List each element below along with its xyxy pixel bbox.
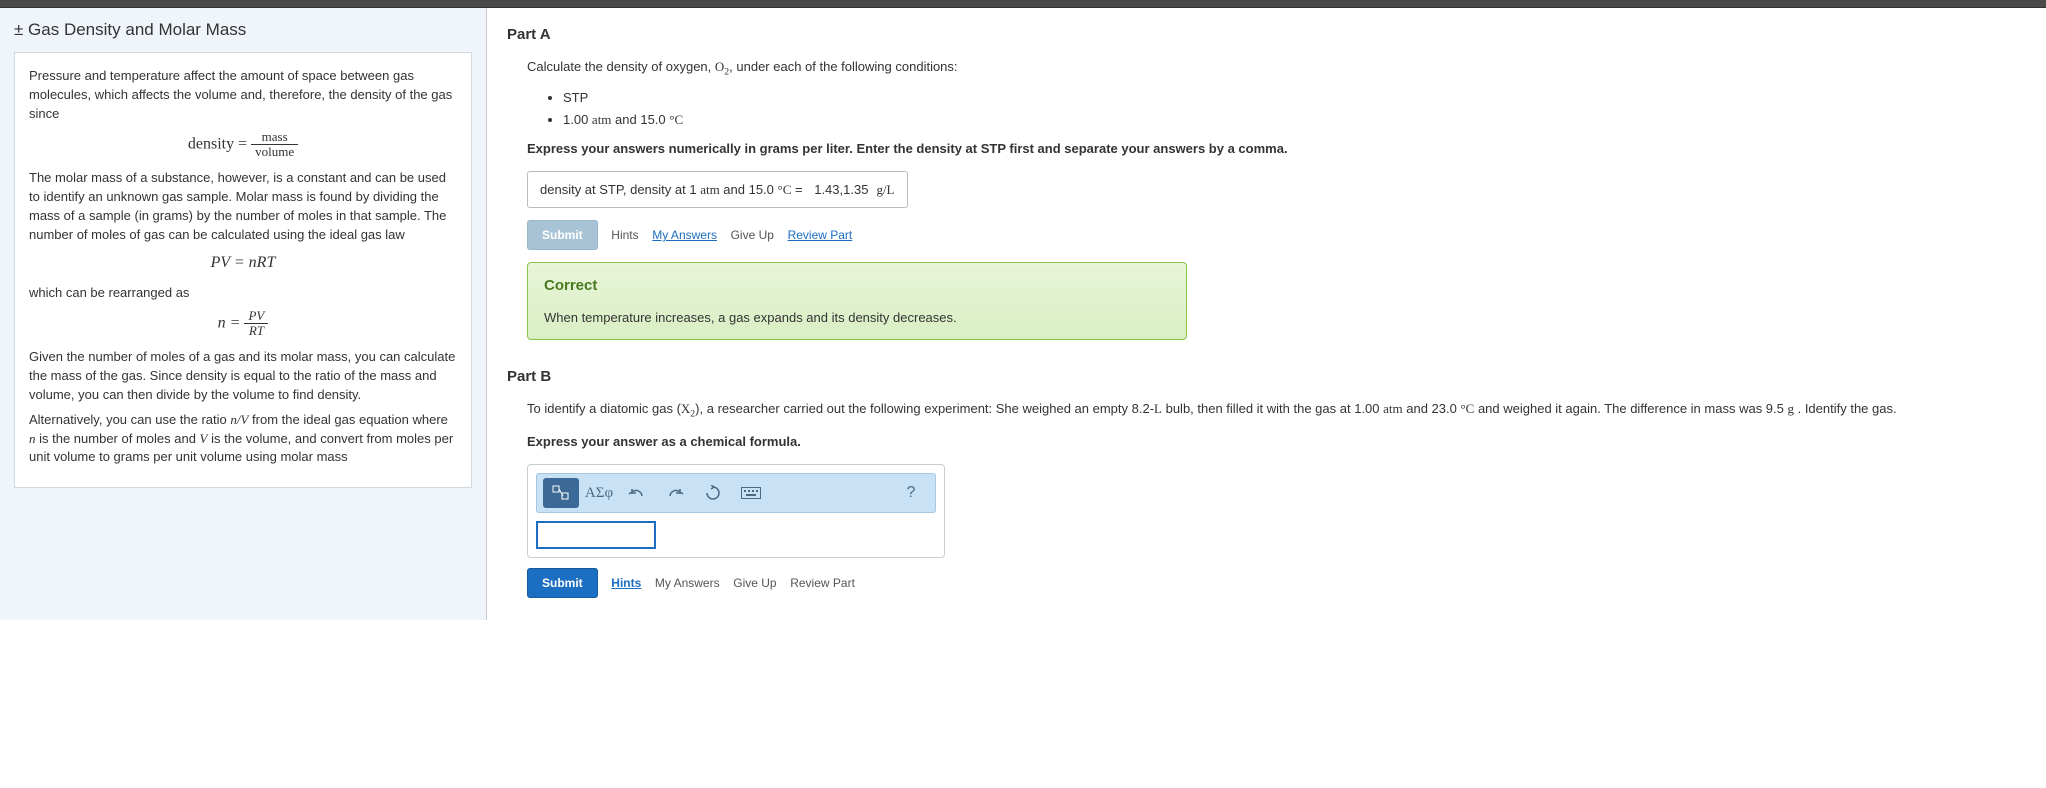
part-b-review-link[interactable]: Review Part xyxy=(790,576,855,590)
eq-n-num: PV xyxy=(244,309,268,324)
al-a: density at STP, density at 1 xyxy=(540,182,700,197)
pb-e: and weighed it again. The difference in … xyxy=(1474,401,1787,416)
eq-density-frac: massvolume xyxy=(251,130,298,160)
pb-b: ), a researcher carried out the followin… xyxy=(695,401,1154,416)
pb-d: and 23.0 xyxy=(1403,401,1461,416)
eq-n-frac: PVRT xyxy=(244,309,268,339)
part-a-feedback: Correct When temperature increases, a ga… xyxy=(527,262,1187,340)
formula-input[interactable] xyxy=(536,521,656,549)
main-container: ± Gas Density and Molar Mass Pressure an… xyxy=(0,8,2046,620)
eq-density-num: mass xyxy=(251,130,298,145)
part-a-conditions: STP 1.00 atm and 15.0 °C xyxy=(563,88,2026,129)
intro-p2: The molar mass of a substance, however, … xyxy=(29,169,457,244)
formula-editor: ΑΣφ ? xyxy=(527,464,945,558)
p5c: is the number of moles and xyxy=(36,431,200,446)
pa-text-a: Calculate the density of oxygen, xyxy=(527,59,715,74)
part-a-prompt: Calculate the density of oxygen, O2, und… xyxy=(527,57,2026,80)
right-panel: Part A Calculate the density of oxygen, … xyxy=(486,8,2046,620)
part-b-title: Part B xyxy=(507,368,2026,385)
c2-degc: °C xyxy=(669,112,683,127)
keyboard-icon[interactable] xyxy=(733,478,769,508)
p5-ratio: n/V xyxy=(230,412,248,427)
intro-p4: Given the number of moles of a gas and i… xyxy=(29,348,457,405)
part-a-instruct: Express your answers numerically in gram… xyxy=(527,139,2026,159)
eq-ideal-gas: PV = nRT xyxy=(29,251,457,274)
c2c: and 15.0 xyxy=(611,112,669,127)
undo-icon[interactable] xyxy=(619,478,655,508)
part-b-instruct: Express your answer as a chemical formul… xyxy=(527,432,2026,452)
cond-stp: STP xyxy=(563,88,2026,108)
c2-atm: atm xyxy=(592,112,612,127)
c2a: 1.00 xyxy=(563,112,592,127)
part-a-submit-button[interactable]: Submit xyxy=(527,220,598,250)
p5a: Alternatively, you can use the ratio xyxy=(29,412,230,427)
pb-c: bulb, then filled it with the gas at 1.0… xyxy=(1162,401,1383,416)
cond-2: 1.00 atm and 15.0 °C xyxy=(563,110,2026,130)
problem-title: ± Gas Density and Molar Mass xyxy=(14,20,472,40)
intro-p5: Alternatively, you can use the ratio n/V… xyxy=(29,411,457,468)
part-a: Part A Calculate the density of oxygen, … xyxy=(487,8,2046,350)
part-a-buttons: Submit Hints My Answers Give Up Review P… xyxy=(527,220,2026,250)
eq-equals: = xyxy=(234,135,251,152)
template-icon[interactable] xyxy=(543,478,579,508)
part-a-review-link[interactable]: Review Part xyxy=(788,228,853,242)
part-b-myanswers-link[interactable]: My Answers xyxy=(655,576,720,590)
keyboard-svg-icon xyxy=(741,487,761,499)
eq-n: n = PVRT xyxy=(29,309,457,339)
intro-p1: Pressure and temperature affect the amou… xyxy=(29,67,457,124)
reset-icon[interactable] xyxy=(695,478,731,508)
eq-n-den: RT xyxy=(244,324,268,338)
part-b-submit-button[interactable]: Submit xyxy=(527,568,598,598)
eq-density-lhs: density xyxy=(188,135,234,152)
al-eq: = xyxy=(791,182,806,197)
part-a-title: Part A xyxy=(507,26,2026,43)
part-a-hints-link[interactable]: Hints xyxy=(611,228,638,242)
feedback-text: When temperature increases, a gas expand… xyxy=(544,308,1170,328)
top-bar xyxy=(0,0,2046,8)
formula-toolbar-row: ΑΣφ ? xyxy=(536,473,936,513)
pa-o: O xyxy=(715,59,724,74)
template-svg-icon xyxy=(552,485,570,501)
left-panel: ± Gas Density and Molar Mass Pressure an… xyxy=(0,8,486,620)
part-b-giveup-link[interactable]: Give Up xyxy=(733,576,776,590)
undo-svg-icon xyxy=(628,486,646,500)
eq-density: density = massvolume xyxy=(29,130,457,160)
pb-a: To identify a diatomic gas ( xyxy=(527,401,681,416)
part-b-buttons: Submit Hints My Answers Give Up Review P… xyxy=(527,568,2026,598)
part-a-answer-value: 1.43,1.35 xyxy=(814,182,868,197)
p5b: from the ideal gas equation where xyxy=(248,412,447,427)
part-b-prompt: To identify a diatomic gas (X2), a resea… xyxy=(527,399,2026,422)
pb-degc: °C xyxy=(1460,401,1474,416)
pb-atm: atm xyxy=(1383,401,1403,416)
part-a-giveup-link[interactable]: Give Up xyxy=(731,228,774,242)
al-atm: atm xyxy=(700,182,720,197)
pb-L: L xyxy=(1154,401,1162,416)
redo-svg-icon xyxy=(666,486,684,500)
intro-p3: which can be rearranged as xyxy=(29,284,457,303)
part-a-myanswers-link[interactable]: My Answers xyxy=(652,228,717,242)
part-a-body: Calculate the density of oxygen, O2, und… xyxy=(507,57,2026,340)
part-b: Part B To identify a diatomic gas (X2), … xyxy=(487,350,2046,620)
help-button[interactable]: ? xyxy=(893,478,929,508)
pb-f: . Identify the gas. xyxy=(1794,401,1897,416)
feedback-title: Correct xyxy=(544,275,1170,298)
redo-icon[interactable] xyxy=(657,478,693,508)
pb-x: X xyxy=(681,401,690,416)
part-a-answer-unit: g/L xyxy=(876,182,894,197)
greek-button[interactable]: ΑΣφ xyxy=(581,478,617,508)
part-b-body: To identify a diatomic gas (X2), a resea… xyxy=(507,399,2026,598)
eq-density-den: volume xyxy=(251,145,298,159)
intro-box: Pressure and temperature affect the amou… xyxy=(14,52,472,488)
part-b-hints-link[interactable]: Hints xyxy=(611,576,641,590)
part-a-answer-box: density at STP, density at 1 atm and 15.… xyxy=(527,171,908,209)
eq-n-lhs: n = xyxy=(218,314,245,331)
pa-text-b: , under each of the following conditions… xyxy=(729,59,957,74)
reset-svg-icon xyxy=(705,485,721,501)
al-c: and 15.0 xyxy=(720,182,778,197)
al-degc: °C xyxy=(778,182,792,197)
